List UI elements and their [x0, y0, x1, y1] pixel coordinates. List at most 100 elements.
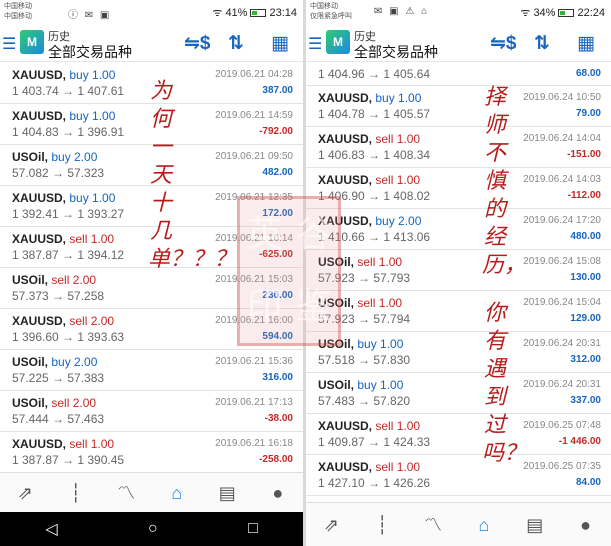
table-row[interactable]: XAUUSD, buy 1.00 1 404.78 → 1 405.57 2019.… — [306, 86, 611, 127]
app-logo-icon: M — [20, 30, 44, 54]
signal-battery-label: ᯤ 34% — [520, 7, 556, 19]
status-right: ᯤ 41% 23:14 — [212, 5, 297, 20]
table-row[interactable]: USOil, sell 2.00 57.373 → 57.258 2019.06.2… — [0, 268, 303, 309]
recents-icon[interactable]: □ — [248, 520, 258, 538]
table-row[interactable]: XAUUSD, sell 1.00 1 406.90 → 1 408.02 2019… — [306, 168, 611, 209]
quotes-icon[interactable]: ⇗ — [8, 478, 42, 508]
sort-icon[interactable]: ⇅ — [534, 32, 550, 55]
trade-side: buy 1.00 — [357, 337, 404, 351]
chart-icon[interactable]: ┆ — [59, 478, 93, 508]
table-row[interactable]: XAUUSD, sell 2.00 1 396.60 → 1 393.63 2019… — [0, 309, 303, 350]
price-range: 1 404.96 → 1 405.64 — [318, 67, 431, 81]
status-bar: 中国移动 中国移动 ⓘ ✉ ▣ ᯤ 41% 23:14 — [0, 0, 303, 24]
chat-icon[interactable]: ● — [569, 510, 603, 540]
menu-icon[interactable]: ☰ — [308, 34, 322, 54]
symbol: USOil, — [318, 255, 355, 269]
profit-value: 387.00 — [262, 85, 293, 96]
home-icon[interactable]: ○ — [148, 520, 158, 538]
table-row[interactable]: USOil, sell 1.00 57.923 → 57.793 2019.06.2… — [306, 250, 611, 291]
table-row[interactable]: USOil, sell 1.00 57.923 → 57.794 2019.06.2… — [306, 291, 611, 332]
price-range: 1 387.87 → 1 394.12 — [12, 248, 125, 262]
handwritten-note-left: 为何一天十几单？？？ — [148, 79, 236, 272]
currency-filter-icon[interactable]: ⇋$ — [490, 32, 517, 55]
symbol: XAUUSD, — [12, 314, 67, 328]
calendar-icon[interactable]: ▦ — [271, 32, 289, 55]
trade-side: buy 1.00 — [69, 109, 116, 123]
trade-title: USOil, buy 2.00 — [12, 150, 97, 164]
price-range: 1 406.83 → 1 408.34 — [318, 148, 431, 162]
trade-side: buy 1.00 — [357, 378, 404, 392]
symbol: XAUUSD, — [318, 91, 373, 105]
trade-date: 2019.06.24 14:04 — [523, 133, 601, 144]
trade-side: sell 2.00 — [51, 396, 97, 410]
trade-side: sell 1.00 — [357, 255, 403, 269]
battery-icon — [558, 9, 575, 18]
table-row[interactable]: USOil, buy 2.00 57.225 → 57.383 2019.06.21… — [0, 350, 303, 391]
table-row[interactable]: XAUUSD, buy 2.00 1 410.66 → 1 413.06 2019.… — [306, 209, 611, 250]
table-row[interactable]: XAUUSD, sell 1.00 1 427.10 → 1 426.26 2019… — [306, 455, 611, 496]
chart-icon[interactable]: ┆ — [365, 510, 399, 540]
battery-icon — [250, 9, 267, 18]
news-icon[interactable]: ▤ — [210, 478, 244, 508]
trade-title: USOil, sell 2.00 — [12, 273, 96, 287]
profit-value: -792.00 — [259, 126, 293, 137]
symbol: USOil, — [12, 396, 49, 410]
symbol: XAUUSD, — [12, 437, 67, 451]
left-phone-screen: 中国移动 中国移动 ⓘ ✉ ▣ ᯤ 41% 23:14 ☰ M 历史 全部交易品种… — [0, 0, 303, 546]
table-row[interactable]: XAUUSD, sell 1.00 1 409.87 → 1 424.33 2019… — [306, 414, 611, 455]
trade-date: 2019.06.21 16:18 — [215, 438, 293, 449]
trade-title: USOil, sell 1.00 — [318, 255, 402, 269]
currency-filter-icon[interactable]: ⇋$ — [184, 32, 211, 55]
history-icon[interactable]: ⌂ — [160, 478, 194, 508]
profit-value: 312.00 — [570, 354, 601, 365]
trade-date: 2019.06.21 14:59 — [215, 110, 293, 121]
table-row[interactable]: XAUUSD, sell 1.00 1 406.83 → 1 408.34 2019… — [306, 127, 611, 168]
table-row[interactable]: USOil, buy 1.00 57.518 → 57.830 2019.06.24… — [306, 332, 611, 373]
clock: 22:24 — [577, 7, 605, 19]
chat-icon[interactable]: ● — [261, 478, 295, 508]
menu-icon[interactable]: ☰ — [2, 34, 16, 54]
trade-side: sell 1.00 — [375, 173, 421, 187]
price-range: 1 403.74 → 1 407.61 — [12, 84, 125, 98]
price-range: 1 387.87 → 1 390.45 — [12, 453, 125, 467]
price-range: 57.923 → 57.794 — [318, 312, 411, 326]
signal-battery-label: ᯤ 41% — [212, 7, 248, 19]
symbol: XAUUSD, — [318, 419, 373, 433]
status-right: ᯤ 34% 22:24 — [520, 5, 605, 20]
table-row[interactable]: XAUUSD, sell 1.00 1 387.87 → 1 390.45 2019… — [0, 432, 303, 473]
symbol-filter[interactable]: 全部交易品种 — [48, 42, 132, 62]
trade-side: sell 1.00 — [69, 232, 115, 246]
symbol-filter[interactable]: 全部交易品种 — [354, 42, 438, 62]
price-range: 1 410.66 → 1 413.06 — [318, 230, 431, 244]
trade-title: XAUUSD, sell 2.00 — [12, 314, 114, 328]
trade-history-list: 1 404.96 → 1 405.64 68.00 XAUUSD, buy 1.… — [306, 62, 611, 502]
notification-icons: ✉ ▣ ⚠ ⌂ — [374, 6, 430, 17]
history-icon[interactable]: ⌂ — [467, 510, 501, 540]
trade-title: XAUUSD, sell 1.00 — [318, 132, 420, 146]
sort-icon[interactable]: ⇅ — [228, 32, 244, 55]
trade-icon[interactable]: 〽 — [109, 478, 143, 508]
calendar-icon[interactable]: ▦ — [577, 32, 595, 55]
symbol: XAUUSD, — [318, 460, 373, 474]
price-range: 57.444 → 57.463 — [12, 412, 105, 426]
trade-icon[interactable]: 〽 — [416, 510, 450, 540]
carrier-label: 中国移动 中国移动 — [4, 3, 32, 20]
back-icon[interactable]: ◁ — [45, 519, 57, 539]
price-range: 1 392.41 → 1 393.27 — [12, 207, 125, 221]
price-range: 57.373 → 57.258 — [12, 289, 105, 303]
table-row[interactable]: USOil, sell 2.00 57.444 → 57.463 2019.06.2… — [0, 391, 303, 432]
profit-value: 482.00 — [262, 167, 293, 178]
symbol: USOil, — [318, 296, 355, 310]
trade-side: sell 1.00 — [69, 437, 115, 451]
profit-value: 316.00 — [262, 372, 293, 383]
trade-date: 2019.06.24 20:31 — [523, 379, 601, 390]
symbol: XAUUSD, — [318, 214, 373, 228]
profit-value: 79.00 — [575, 108, 601, 119]
list-item[interactable]: 1 404.96 → 1 405.64 68.00 — [306, 62, 611, 86]
trade-side: buy 1.00 — [375, 91, 422, 105]
trade-date: 2019.06.25 07:35 — [523, 461, 601, 472]
table-row[interactable]: USOil, buy 1.00 57.483 → 57.820 2019.06.24… — [306, 373, 611, 414]
quotes-icon[interactable]: ⇗ — [314, 510, 348, 540]
news-icon[interactable]: ▤ — [518, 510, 552, 540]
profit-value: 130.00 — [570, 272, 601, 283]
